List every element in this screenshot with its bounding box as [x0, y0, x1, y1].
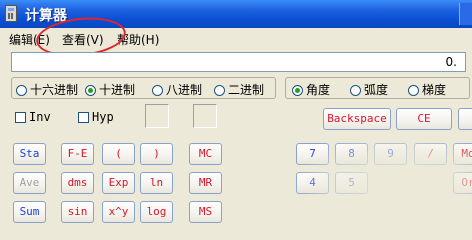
- power-button-partial[interactable]: x^y: [102, 201, 135, 223]
- radio-grads[interactable]: 梯度: [408, 81, 446, 98]
- mod-button-partial[interactable]: Mo: [453, 143, 472, 165]
- clear-entry-button[interactable]: CE: [396, 108, 452, 130]
- divide-button[interactable]: /: [414, 143, 447, 165]
- radio-hex-dot: [16, 85, 27, 96]
- radio-oct[interactable]: 八进制: [152, 81, 202, 98]
- sta-button[interactable]: Sta: [13, 143, 46, 165]
- dms-button[interactable]: dms: [61, 172, 94, 194]
- memory-store-button-partial[interactable]: MS: [189, 201, 222, 223]
- radio-bin-dot: [214, 85, 225, 96]
- radio-radians-dot: [350, 85, 361, 96]
- radio-degrees[interactable]: 角度: [292, 81, 330, 98]
- ave-button[interactable]: Ave: [13, 172, 46, 194]
- or-button-partial[interactable]: Or: [453, 172, 472, 194]
- radio-oct-dot: [152, 85, 163, 96]
- memory-clear-button[interactable]: MC: [189, 143, 222, 165]
- radio-dec-dot: [85, 85, 96, 96]
- radio-bin[interactable]: 二进制: [214, 81, 264, 98]
- right-paren-button[interactable]: ): [140, 143, 173, 165]
- digit-7-button[interactable]: 7: [296, 143, 329, 165]
- checkbox-inv[interactable]: Inv: [15, 110, 51, 124]
- log-button-partial[interactable]: log: [140, 201, 173, 223]
- radio-dec[interactable]: 十进制: [85, 81, 135, 98]
- number-system-group: 十六进制 十进制 八进制 二进制: [11, 77, 276, 99]
- checkbox-hyp-box: [78, 112, 89, 123]
- title-bar-control-button[interactable]: [459, 3, 472, 25]
- left-paren-button[interactable]: (: [102, 143, 135, 165]
- angle-unit-group: 角度 弧度 梯度: [285, 77, 470, 99]
- sum-button-partial[interactable]: Sum: [13, 201, 46, 223]
- radio-grads-dot: [408, 85, 419, 96]
- digit-9-button[interactable]: 9: [374, 143, 407, 165]
- digit-8-button[interactable]: 8: [335, 143, 368, 165]
- clear-button-partial[interactable]: [458, 108, 472, 130]
- paren-indicator: [193, 104, 217, 128]
- result-display: 0.: [11, 52, 466, 72]
- radio-radians[interactable]: 弧度: [350, 81, 388, 98]
- digit-4-button[interactable]: 4: [296, 172, 329, 194]
- checkbox-hyp[interactable]: Hyp: [78, 110, 114, 124]
- checkbox-inv-box: [15, 112, 26, 123]
- exp-button[interactable]: Exp: [102, 172, 135, 194]
- fe-button[interactable]: F-E: [61, 143, 94, 165]
- ln-button[interactable]: ln: [140, 172, 173, 194]
- radio-degrees-dot: [292, 85, 303, 96]
- memory-indicator: [145, 104, 169, 128]
- memory-recall-button[interactable]: MR: [189, 172, 222, 194]
- calculator-app-icon: [5, 5, 17, 22]
- sin-button-partial[interactable]: sin: [61, 201, 94, 223]
- radio-hex[interactable]: 十六进制: [16, 81, 78, 98]
- digit-5-button[interactable]: 5: [335, 172, 368, 194]
- backspace-button[interactable]: Backspace: [323, 108, 391, 130]
